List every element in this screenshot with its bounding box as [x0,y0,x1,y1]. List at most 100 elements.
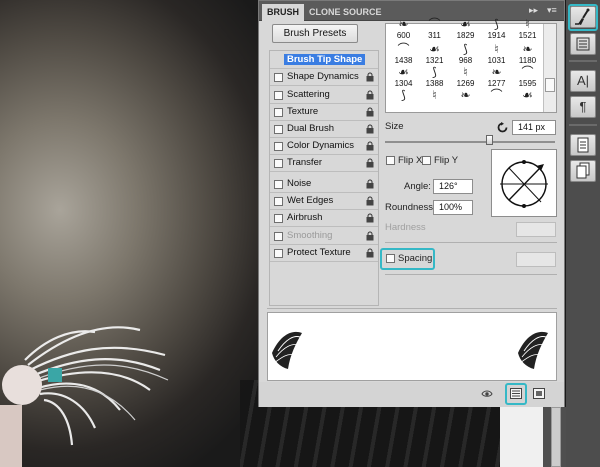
lock-icon[interactable] [366,231,374,241]
tab-clone-source[interactable]: CLONE SOURCE [304,4,387,21]
brush-tip-cell[interactable]: ⌒ 311 [421,18,448,41]
option-wet-edges[interactable]: Wet Edges [270,193,378,210]
brush-tips-grid[interactable]: ☙ ⌒ ❧ ♮ ⟆ ⌒ 1595 ❧ 1277 ♮ 1269 ⟆ 1388 ☙ 1304 ❧ 1180 ♮ 1031… [385,18,557,113]
brush-tip-cell[interactable]: ⟆ [390,89,417,112]
size-slider-thumb[interactable] [486,135,493,145]
option-checkbox[interactable] [274,232,283,241]
option-checkbox[interactable] [274,197,283,206]
option-scattering[interactable]: Scattering [270,87,378,104]
option-protect-texture[interactable]: Protect Texture [270,245,378,262]
option-smoothing[interactable]: Smoothing [270,228,378,245]
lock-icon[interactable] [366,179,374,189]
brush-tip-cell[interactable]: ❧ 1180 [514,43,541,66]
option-checkbox[interactable] [274,91,283,100]
brush-angle-preview[interactable] [491,149,557,217]
lock-icon[interactable] [366,196,374,206]
brush-options-list: Brush Tip Shape Shape Dynamics Scattering T… [269,50,379,306]
brush-tool-icon[interactable] [570,6,596,28]
tips-scrollbar[interactable] [543,24,556,112]
document-scrollbar[interactable] [543,407,566,467]
brush-presets-button[interactable]: Brush Presets [272,24,358,43]
brush-tip-icon: ⌒ [397,42,410,56]
option-label: Brush Tip Shape [284,54,366,65]
lock-icon[interactable] [366,158,374,168]
eye-toggle-icon[interactable] [481,388,493,399]
lock-icon[interactable] [366,72,374,82]
option-checkbox[interactable] [274,125,283,134]
lock-icon[interactable] [366,124,374,134]
option-label: Smoothing [287,230,333,241]
option-brush-tip-shape[interactable]: Brush Tip Shape [270,52,378,69]
brush-tip-cell[interactable]: ♮ [421,89,448,112]
option-label: Texture [287,106,319,117]
brush-tip-cell[interactable]: ♮ 1521 [514,18,541,41]
option-label: Wet Edges [287,195,334,206]
lock-icon[interactable] [366,248,374,258]
brush-tip-cell[interactable]: ❧ [452,89,479,112]
brush-tip-cell[interactable]: ❧ 600 [390,18,417,41]
brush-preset-panel-icon[interactable] [510,388,522,399]
brush-tip-cell[interactable]: ⌒ 1438 [390,43,417,66]
lock-icon[interactable] [366,213,374,223]
option-checkbox[interactable] [274,108,283,117]
option-airbrush[interactable]: Airbrush [270,210,378,227]
tips-scroll-thumb[interactable] [545,78,555,92]
brush-stroke-preview [267,312,557,381]
stroke-preview-image [272,331,548,369]
brush-tip-cell[interactable]: ⌒ 1595 [514,66,541,89]
hardness-field[interactable] [516,222,556,237]
option-checkbox[interactable] [274,214,283,223]
brush-tip-cell[interactable]: ♮ 1269 [452,66,479,89]
hardness-label: Hardness [385,222,426,233]
spacing-field[interactable] [516,252,556,267]
character-icon[interactable]: A| [570,70,596,92]
lock-icon[interactable] [366,107,374,117]
layers-icon[interactable] [570,160,596,182]
option-checkbox[interactable] [274,180,283,189]
document-icon[interactable] [570,134,596,156]
brush-tip-cell[interactable]: ☙ 1321 [421,43,448,66]
roundness-field[interactable]: 100% [433,200,473,215]
size-slider-track[interactable] [385,141,555,143]
brush-tip-cell[interactable]: ⟆ 1914 [483,18,510,41]
option-texture[interactable]: Texture [270,104,378,121]
flip-x-checkbox[interactable] [386,156,395,165]
toolbar-separator [569,60,597,62]
brush-tip-cell[interactable]: ☙ 1304 [390,66,417,89]
brush-tip-cell[interactable]: ❧ 1277 [483,66,510,89]
option-checkbox[interactable] [274,159,283,168]
option-transfer[interactable]: Transfer [270,155,378,172]
brush-presets-icon[interactable] [570,33,596,55]
brush-tip-cell[interactable]: ⟆ 968 [452,43,479,66]
option-checkbox[interactable] [274,73,283,82]
brush-tip-cell[interactable]: ⟆ 1388 [421,66,448,89]
panel-expand-icon[interactable]: ▸▸ [529,5,538,16]
document-scroll-thumb[interactable] [551,407,561,467]
paragraph-icon[interactable]: ¶ [570,96,596,118]
brush-tip-icon: ☙ [460,17,471,31]
new-preset-icon[interactable] [533,388,545,399]
option-checkbox[interactable] [274,249,283,258]
spacing-slider-track[interactable] [385,274,557,275]
size-field[interactable]: 141 px [512,120,556,135]
brush-tip-cell[interactable]: ☙ 1829 [452,18,479,41]
lock-icon[interactable] [366,90,374,100]
panel-menu-icon[interactable]: ▾≡ [547,5,557,16]
brush-tip-cell[interactable]: ⌒ [483,89,510,112]
brush-tip-cell[interactable]: ♮ 1031 [483,43,510,66]
option-shape-dynamics[interactable]: Shape Dynamics [270,69,378,86]
brush-tip-size: 1269 [456,79,475,88]
hardness-slider-track[interactable] [385,242,557,243]
option-color-dynamics[interactable]: Color Dynamics [270,138,378,155]
brush-tip-cell[interactable]: ☙ [514,89,541,112]
spacing-checkbox[interactable] [386,254,395,263]
option-noise[interactable]: Noise [270,176,378,193]
lock-icon[interactable] [366,141,374,151]
tab-brush[interactable]: BRUSH [262,4,305,21]
size-reset-icon[interactable] [497,122,508,133]
brush-tip-size: 1388 [425,79,444,88]
option-dual-brush[interactable]: Dual Brush [270,121,378,138]
flip-y-checkbox[interactable] [422,156,431,165]
angle-field[interactable]: 126° [433,179,473,194]
option-checkbox[interactable] [274,142,283,151]
